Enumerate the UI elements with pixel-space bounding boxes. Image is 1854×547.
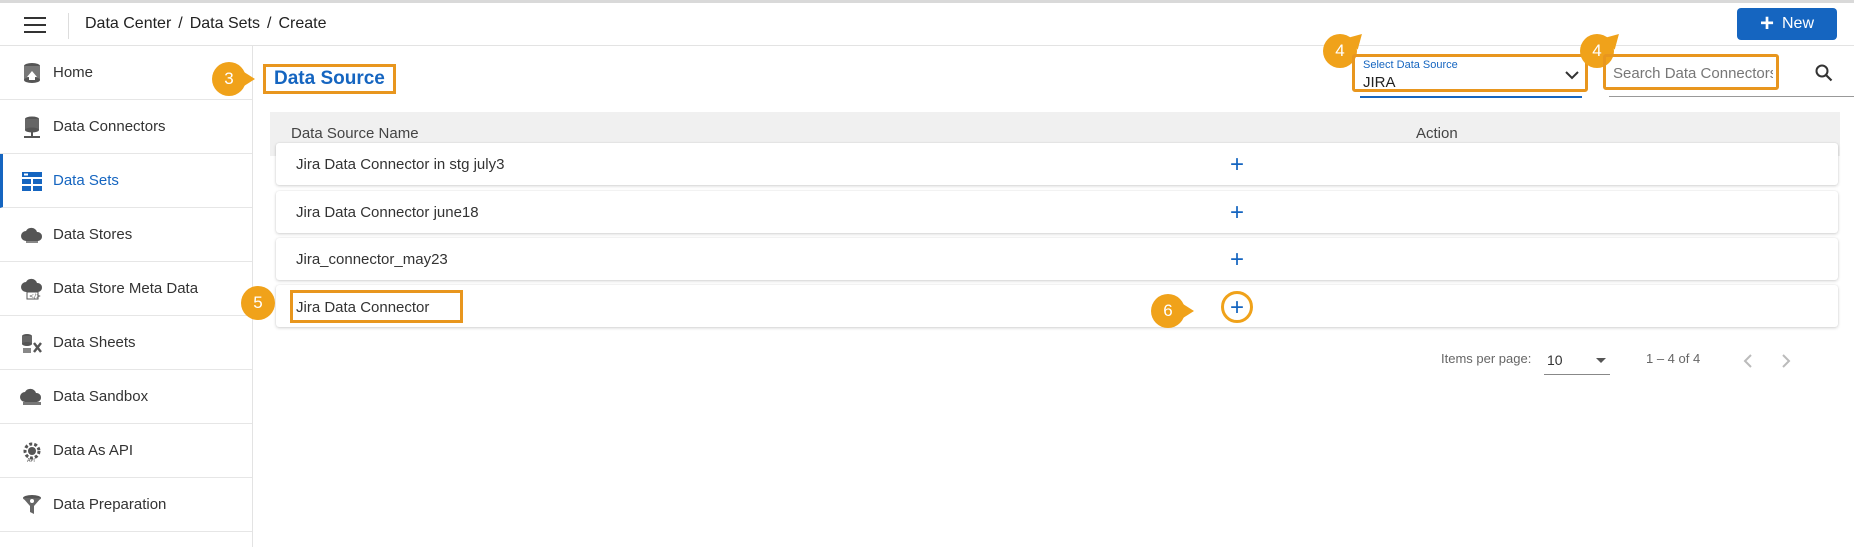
annotation-badge-5: 5 bbox=[241, 286, 275, 320]
select-data-source[interactable]: Select Data Source JIRA bbox=[1352, 54, 1588, 92]
new-button-label: New bbox=[1782, 15, 1815, 32]
items-per-page-value: 10 bbox=[1547, 352, 1563, 368]
page-title: Data Source bbox=[263, 64, 396, 94]
data-sets-icon bbox=[20, 169, 44, 193]
items-per-page-select[interactable]: 10 bbox=[1544, 348, 1610, 375]
data-sheets-icon bbox=[20, 331, 44, 355]
cloud-icon bbox=[20, 223, 44, 247]
row-name: Jira Data Connector in stg july3 bbox=[296, 156, 505, 173]
sidebar-item-label: Data Sets bbox=[53, 172, 119, 189]
page-title-text: Data Source bbox=[274, 68, 385, 89]
search-icon[interactable] bbox=[1815, 64, 1833, 87]
annotation-badge-3: 3 bbox=[212, 62, 255, 96]
sidebar: Home Data Connectors Data Sets Data Stor… bbox=[0, 46, 253, 547]
sidebar-item-label: Data Stores bbox=[53, 226, 133, 243]
search-field bbox=[1603, 54, 1779, 90]
search-input[interactable] bbox=[1611, 58, 1775, 88]
breadcrumb-separator: / bbox=[266, 15, 272, 32]
plus-icon: + bbox=[1759, 10, 1774, 37]
dropdown-arrow-icon bbox=[1596, 358, 1606, 363]
sidebar-item-label: Data Sheets bbox=[53, 334, 136, 351]
sidebar-item-data-store-meta-data[interactable]: </> Data Store Meta Data bbox=[0, 262, 252, 316]
api-gear-icon: API bbox=[20, 439, 44, 463]
column-header-name: Data Source Name bbox=[291, 125, 419, 142]
next-page-icon[interactable] bbox=[1774, 349, 1798, 373]
select-data-source-value: JIRA bbox=[1363, 74, 1396, 91]
table-row: Jira Data Connector + bbox=[276, 285, 1838, 327]
add-icon[interactable]: + bbox=[1226, 248, 1248, 272]
home-icon bbox=[20, 61, 44, 85]
table-row: Jira Data Connector june18 + bbox=[276, 191, 1838, 233]
sidebar-item-label: Data Store Meta Data bbox=[53, 280, 199, 297]
sidebar-item-label: Data Sandbox bbox=[53, 388, 149, 405]
row-name: Jira Data Connector june18 bbox=[296, 204, 479, 221]
chevron-down-icon bbox=[1565, 67, 1579, 85]
main-content: 3 Data Source 4 Select Data Source JIRA … bbox=[212, 34, 1854, 547]
breadcrumb-create: Create bbox=[278, 15, 327, 32]
select-data-source-label: Select Data Source bbox=[1363, 59, 1458, 71]
data-preparation-icon bbox=[20, 493, 44, 517]
table-row: Jira_connector_may23 + bbox=[276, 238, 1838, 280]
sidebar-item-data-sets[interactable]: Data Sets bbox=[0, 154, 252, 208]
sidebar-item-data-as-api[interactable]: API Data As API bbox=[0, 424, 252, 478]
sidebar-item-data-stores[interactable]: Data Stores bbox=[0, 208, 252, 262]
cloud-sandbox-icon bbox=[20, 385, 44, 409]
breadcrumb-separator: / bbox=[178, 15, 183, 32]
breadcrumb-data-center[interactable]: Data Center bbox=[85, 15, 171, 32]
svg-text:</>: </> bbox=[29, 293, 41, 300]
column-header-action: Action bbox=[1416, 125, 1458, 142]
add-icon[interactable]: + bbox=[1226, 296, 1248, 320]
sidebar-item-label: Data As API bbox=[53, 442, 134, 459]
items-per-page-label: Items per page: bbox=[1441, 351, 1532, 366]
sidebar-item-data-sheets[interactable]: Data Sheets bbox=[0, 316, 252, 370]
select-underline bbox=[1360, 96, 1582, 98]
breadcrumb-data-sets[interactable]: Data Sets bbox=[190, 15, 260, 32]
row-name: Jira Data Connector bbox=[296, 299, 430, 316]
svg-text:API: API bbox=[27, 458, 35, 463]
breadcrumb: Data Center / Data Sets / Create bbox=[85, 15, 326, 33]
sidebar-item-label: Data Connectors bbox=[53, 118, 166, 135]
sidebar-item-label: Data Preparation bbox=[53, 496, 167, 513]
table-row: Jira Data Connector in stg july3 + bbox=[276, 143, 1838, 185]
add-icon[interactable]: + bbox=[1226, 153, 1248, 177]
cloud-meta-icon: </> bbox=[20, 277, 44, 301]
row-name: Jira_connector_may23 bbox=[296, 251, 448, 268]
new-button[interactable]: + New bbox=[1737, 8, 1837, 40]
hamburger-menu-icon[interactable] bbox=[24, 17, 46, 33]
pagination-range: 1 – 4 of 4 bbox=[1646, 351, 1701, 366]
add-icon[interactable]: + bbox=[1226, 201, 1248, 225]
previous-page-icon[interactable] bbox=[1736, 349, 1760, 373]
top-bar: Data Center / Data Sets / Create + New bbox=[0, 0, 1854, 46]
divider bbox=[68, 13, 69, 39]
sidebar-item-data-sandbox[interactable]: Data Sandbox bbox=[0, 370, 252, 424]
annotation-badge-6: 6 bbox=[1151, 294, 1194, 328]
database-connectors-icon bbox=[20, 115, 44, 139]
sidebar-item-data-preparation[interactable]: Data Preparation bbox=[0, 478, 252, 532]
sidebar-item-label: Home bbox=[53, 64, 94, 81]
sidebar-item-data-connectors[interactable]: Data Connectors bbox=[0, 100, 252, 154]
search-underline bbox=[1609, 96, 1854, 97]
